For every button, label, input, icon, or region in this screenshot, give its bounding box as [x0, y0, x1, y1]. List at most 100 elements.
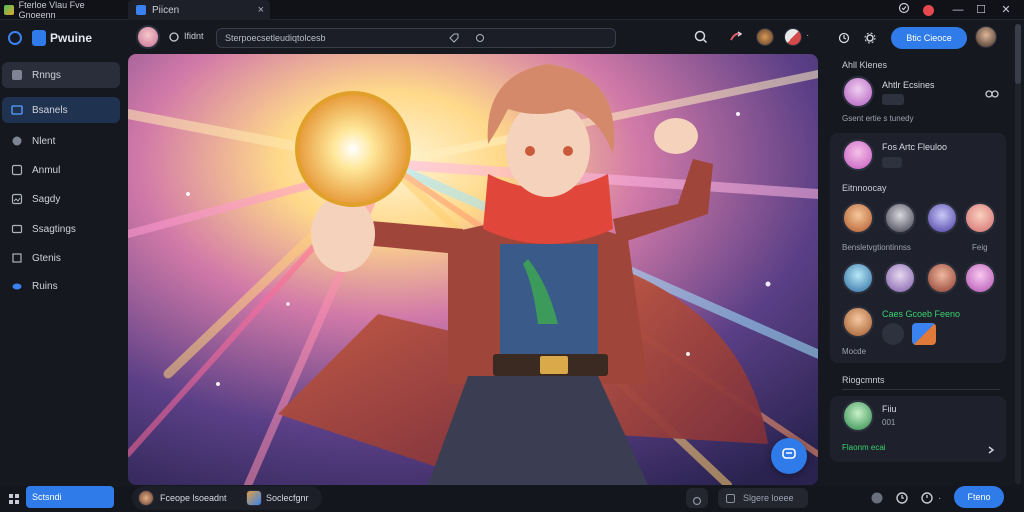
attach-button[interactable] [686, 488, 708, 508]
app-tab[interactable]: Fterloe Vlau Fve Gnoeenn [4, 0, 120, 20]
attach-icon [692, 493, 702, 511]
app-logo-icon [4, 5, 14, 15]
user-caption: Gsent ertie s tunedy [842, 114, 914, 123]
chevron-right-icon[interactable] [986, 442, 996, 460]
divider [842, 389, 1000, 390]
card-footer-name: Caes Gcoeb Feeno [882, 309, 961, 319]
avatar[interactable] [842, 202, 874, 234]
user-name: Fiiu [882, 404, 897, 414]
grid-caption-right: Feig [972, 243, 988, 252]
bottom-item-label[interactable]: Fceope lsoeadnt [160, 493, 227, 503]
sidebar-footer-button[interactable]: Sctsndi [26, 486, 114, 508]
thumbnail-button[interactable] [912, 323, 936, 345]
brand-name: Pwuine [50, 31, 93, 45]
sidebar-item-ssagtings[interactable]: Ssagtings [2, 216, 120, 242]
avatar[interactable] [964, 262, 996, 294]
message-card[interactable]: Fiiu 001 Flaonm ecai [830, 396, 1006, 462]
avatar[interactable] [842, 306, 874, 338]
more-dot-icon[interactable]: · [938, 493, 941, 504]
avatar[interactable] [784, 28, 802, 46]
sidebar-item-label: Ruins [32, 280, 58, 292]
settings-small-icon[interactable] [475, 33, 485, 45]
search-input[interactable]: Sterpoecsetleudiqtolcesb [216, 28, 616, 48]
notification-badge-icon[interactable] [920, 2, 936, 18]
clock-icon[interactable] [838, 31, 850, 49]
sidebar-item-gtenis[interactable]: Gtenis [2, 245, 120, 271]
more-dot-icon[interactable]: · [806, 30, 809, 41]
image-icon [10, 68, 24, 82]
sidebar-item-label: Bsanels [32, 104, 68, 116]
link-icon[interactable] [985, 86, 999, 104]
timer-icon[interactable] [920, 491, 934, 510]
sidebar-item-ruins[interactable]: Ruins [2, 273, 120, 299]
avatar[interactable] [964, 202, 996, 234]
sidebar-item-label: Anmul [32, 164, 61, 176]
bottom-item-label[interactable]: Soclecfgnr [266, 493, 309, 503]
brand-logo-icon [8, 31, 22, 45]
sidebar-item-anmul[interactable]: Anmul [2, 157, 120, 183]
sidebar-item-nlent[interactable]: Nlent [2, 128, 120, 154]
scrollbar-thumb[interactable] [1015, 24, 1021, 84]
sidebar-item-label: Rnngs [32, 69, 61, 81]
sidebar-item-bsanels[interactable]: Bsanels [2, 97, 120, 123]
chat-button[interactable] [771, 438, 807, 474]
album-icon [10, 163, 24, 177]
avatar[interactable] [842, 400, 874, 432]
artwork-image [128, 54, 818, 485]
card-footer-sub: Mocde [842, 347, 867, 356]
primary-bottom-button[interactable]: Fteno [954, 486, 1004, 508]
avatar[interactable] [884, 262, 916, 294]
avatar[interactable] [884, 202, 916, 234]
history-icon[interactable] [895, 491, 909, 510]
tag-badge [882, 157, 902, 168]
window-close-button[interactable]: ✕ [998, 2, 1014, 18]
share-icon[interactable] [729, 30, 743, 49]
user-status: Flaonm ecai [842, 443, 886, 452]
user-name[interactable]: Ahtlr Ecsines [882, 80, 935, 90]
search-value: Sterpoecsetleudiqtolcesb [225, 33, 326, 43]
profile-card: Fos Artc Fleuloo Eitnnoocay Bensletvgtio… [830, 133, 1006, 363]
avatar[interactable] [926, 202, 958, 234]
active-tab[interactable]: Piicen × [128, 0, 270, 20]
avatar[interactable] [926, 262, 958, 294]
tag-icon[interactable] [449, 33, 459, 45]
sidebar-item-rnngs[interactable]: Rnngs [2, 62, 120, 88]
grid-icon[interactable] [8, 492, 20, 510]
avatar[interactable] [975, 26, 997, 48]
section-title: Ahll Klenes [842, 60, 888, 70]
refresh-icon[interactable] [168, 30, 180, 48]
media-button[interactable] [882, 323, 904, 345]
avatar[interactable] [756, 28, 774, 46]
title-bar: Fterloe Vlau Fve Gnoeenn Piicen × — ☐ ✕ [0, 0, 1024, 20]
comment-icon [726, 493, 735, 503]
avatar[interactable] [246, 490, 262, 506]
avatar[interactable] [138, 490, 154, 506]
cloud-icon [10, 279, 24, 293]
brand-badge-icon [32, 30, 46, 46]
grid-caption: Bensletvgtiontinnss [842, 243, 911, 252]
emoji-icon[interactable] [870, 491, 884, 510]
sidebar-item-sagdy[interactable]: Sagdy [2, 186, 120, 212]
close-tab-icon[interactable]: × [258, 4, 264, 16]
card-section: Eitnnoocay [842, 183, 887, 193]
account-icon[interactable] [896, 2, 912, 18]
scrollbar[interactable] [1015, 24, 1021, 484]
avatar[interactable] [842, 76, 874, 108]
top-bar: Ifidnt Sterpoecsetleudiqtolcesb · [126, 20, 830, 56]
primary-action-button[interactable]: Btic Cieoce [891, 27, 967, 49]
avatar[interactable] [842, 139, 874, 171]
comment-field-text: Slgere loeee [743, 493, 794, 503]
right-panel: Ahll Klenes Ahtlr Ecsines Gsent ertie s … [830, 56, 1008, 466]
card-title: Fos Artc Fleuloo [882, 142, 948, 152]
minimize-button[interactable]: — [950, 2, 966, 18]
bookmark-icon [10, 134, 24, 148]
avatar[interactable] [136, 25, 160, 49]
brand[interactable]: Pwuine [8, 30, 92, 46]
maximize-button[interactable]: ☐ [973, 2, 989, 18]
sidebar-item-label: Gtenis [32, 252, 61, 264]
comment-field[interactable]: Slgere loeee [718, 488, 808, 508]
section-title: Riogcmnts [842, 375, 885, 385]
gear-icon[interactable] [864, 31, 876, 49]
avatar[interactable] [842, 262, 874, 294]
search-icon[interactable] [694, 30, 708, 49]
